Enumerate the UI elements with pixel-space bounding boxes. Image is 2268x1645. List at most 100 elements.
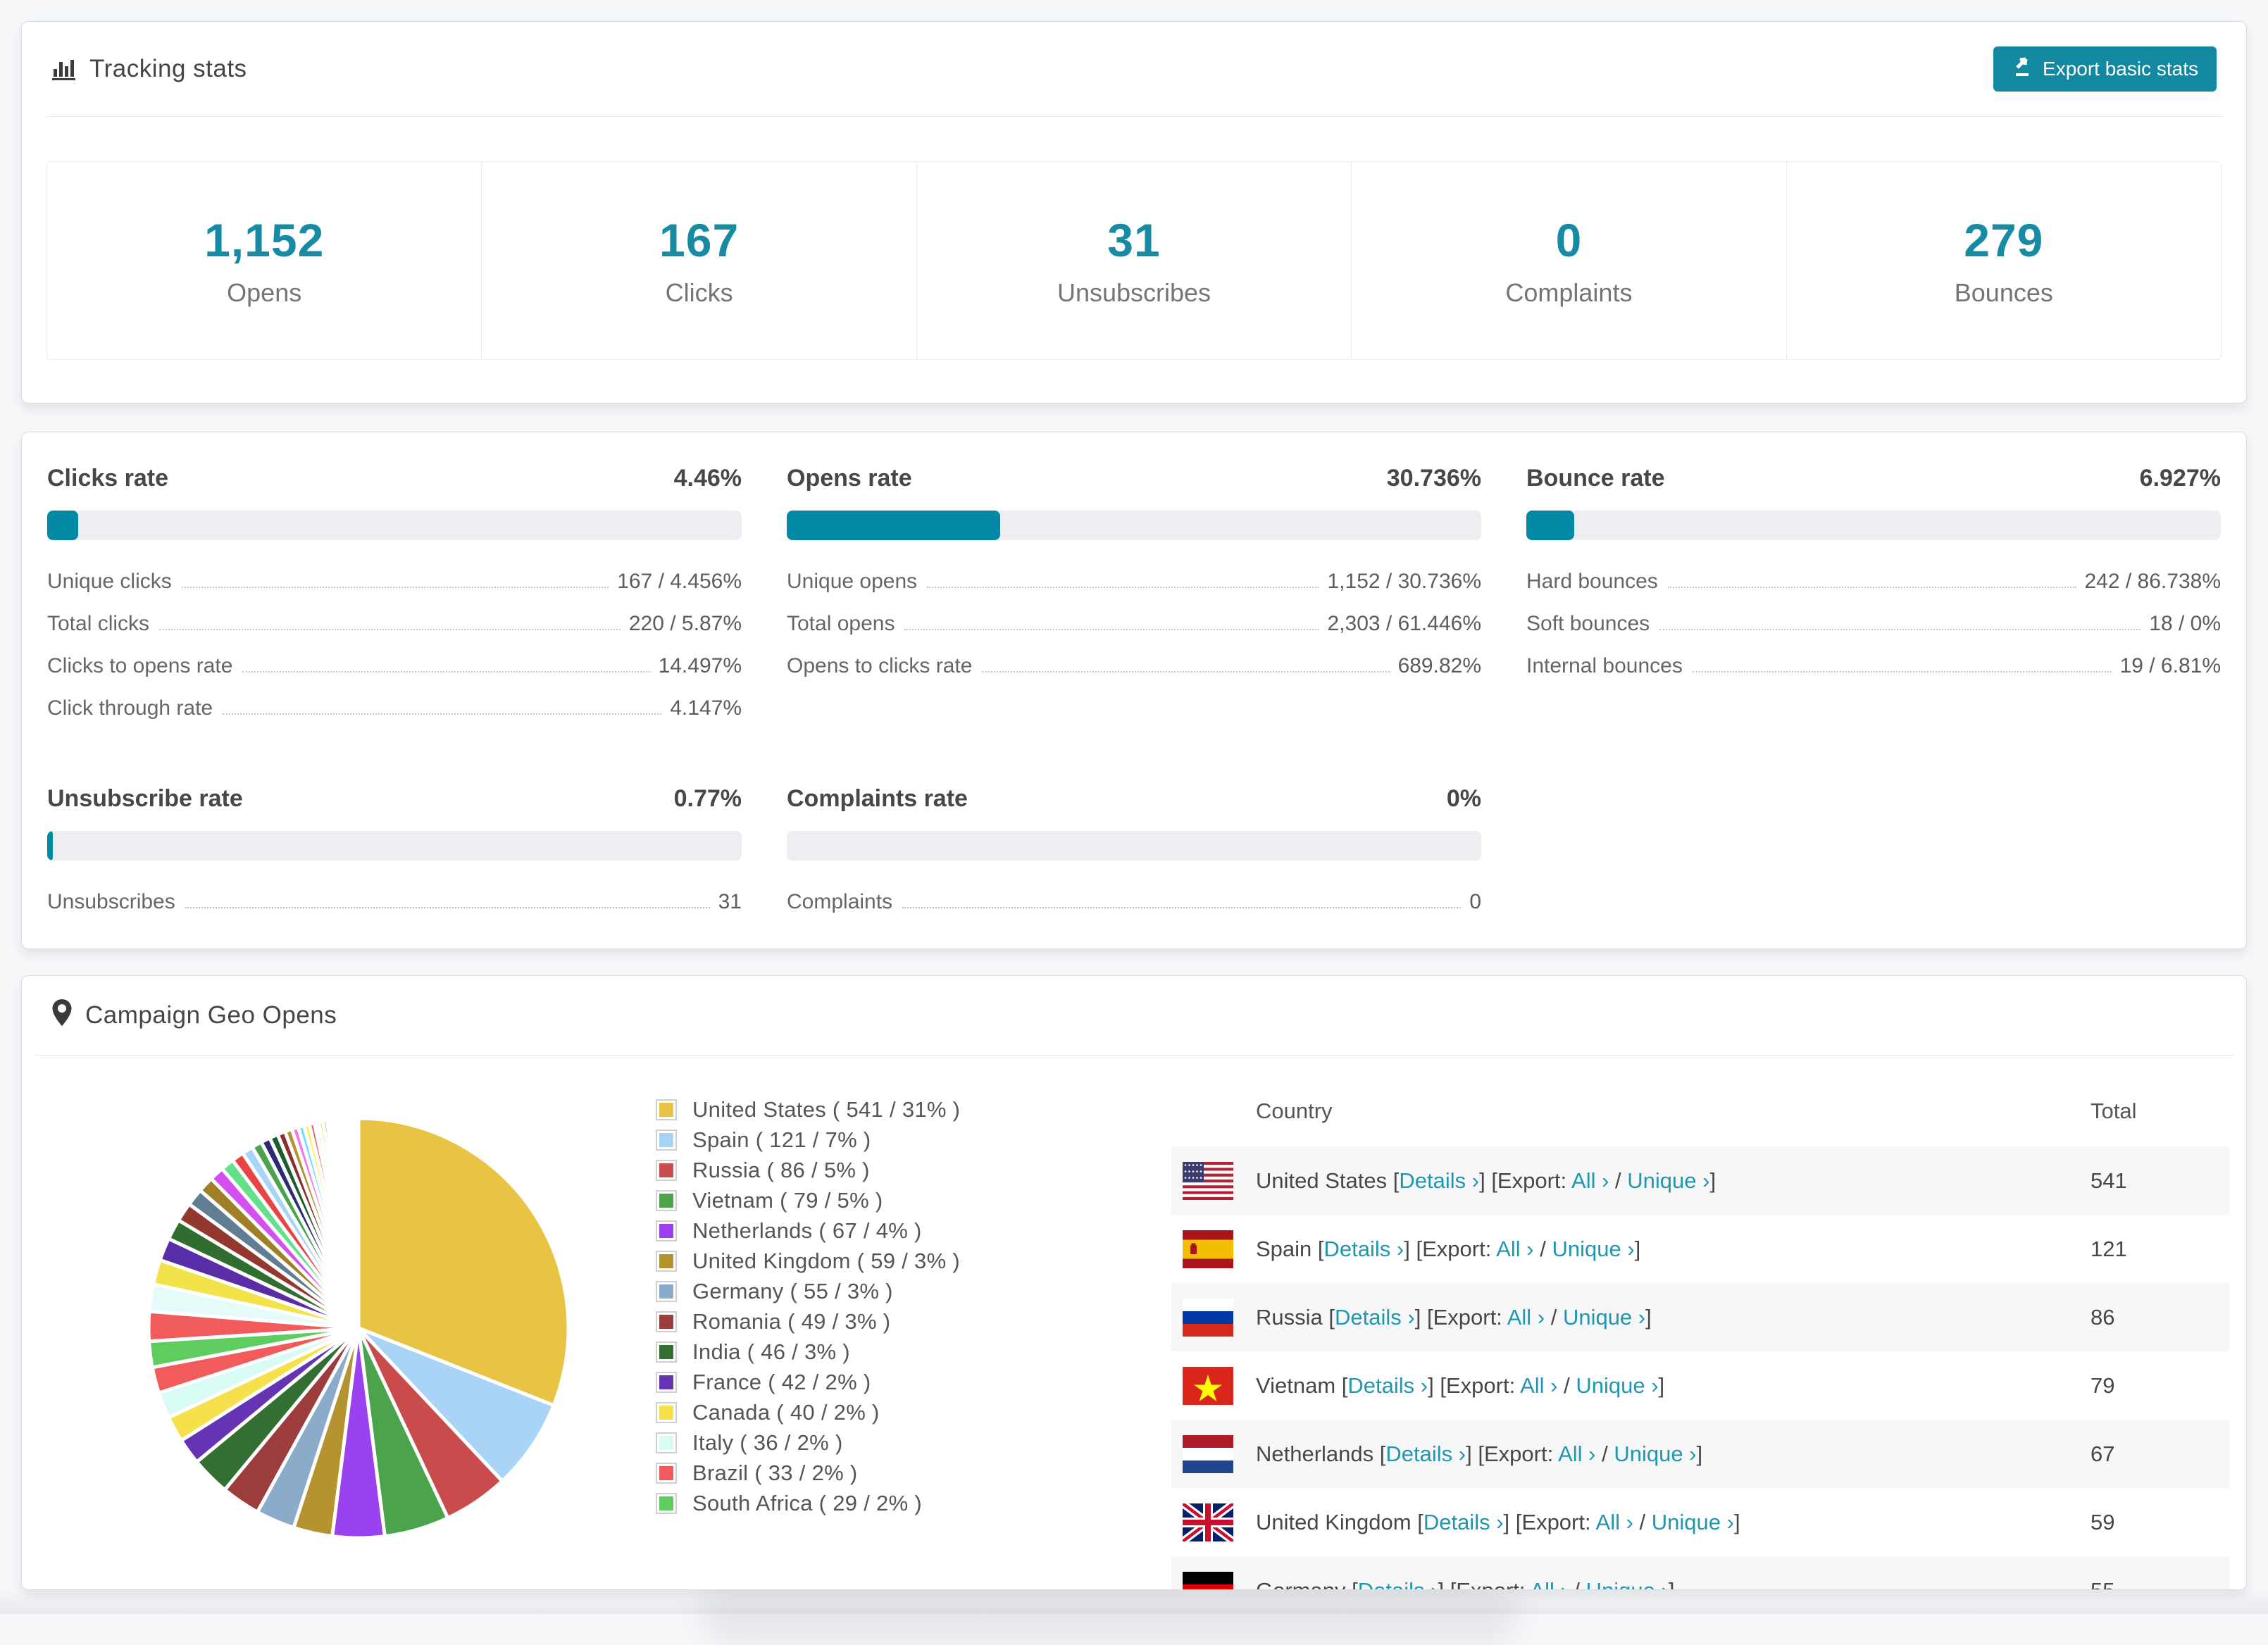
total-cell: 67 — [2091, 1441, 2115, 1466]
country-flag-icon — [1183, 1503, 1233, 1541]
total-cell: 79 — [2091, 1372, 2115, 1398]
dotted-leader — [1692, 671, 2112, 673]
legend-color-swatch — [656, 1189, 677, 1211]
details-link[interactable]: Details › — [1385, 1441, 1466, 1466]
legend-color-swatch — [656, 1341, 677, 1363]
rate-block-bounce: Bounce rate 6.927% Hard bounces 242 / 86… — [1526, 465, 2221, 739]
legend-label: India ( 46 / 3% ) — [692, 1339, 850, 1364]
export-all-link[interactable]: All › — [1530, 1578, 1567, 1590]
legend-label: Vietnam ( 79 / 5% ) — [692, 1187, 883, 1213]
country-flag-icon — [1183, 1230, 1233, 1268]
export-all-link[interactable]: All › — [1520, 1373, 1557, 1398]
rate-detail-row: Total opens 2,303 / 61.446% — [787, 612, 1481, 636]
stat-label: Complaints — [1505, 278, 1633, 307]
dotted-leader — [242, 671, 650, 673]
rate-block-opens: Opens rate 30.736% Unique opens 1,152 / … — [787, 465, 1481, 739]
tracking-stats-header: Tracking stats Export basic stats — [22, 22, 2246, 116]
legend-label: United Kingdom ( 59 / 3% ) — [692, 1248, 960, 1273]
legend-label: Romania ( 49 / 3% ) — [692, 1308, 891, 1334]
stat-cell: 1,152 Opens — [47, 162, 482, 359]
legend-item: Netherlands ( 67 / 4% ) — [656, 1215, 960, 1246]
export-unique-link[interactable]: Unique › — [1552, 1237, 1634, 1261]
rate-row-value: 4.147% — [670, 696, 742, 720]
stat-cell: 167 Clicks — [482, 162, 917, 359]
details-link[interactable]: Details › — [1347, 1373, 1428, 1398]
export-all-link[interactable]: All › — [1571, 1168, 1609, 1193]
legend-color-swatch — [656, 1280, 677, 1302]
country-flag-icon — [1183, 1434, 1233, 1473]
country-name: Vietnam — [1256, 1372, 1336, 1398]
dotted-leader — [1667, 587, 2076, 588]
country-cell: Germany [Details ›] [Export: All › / Uni… — [1233, 1578, 2091, 1590]
dotted-leader — [904, 629, 1319, 630]
total-cell: 55 — [2091, 1577, 2115, 1590]
details-link[interactable]: Details › — [1358, 1578, 1438, 1590]
rate-progress-fill — [47, 831, 53, 861]
legend-label: Germany ( 55 / 3% ) — [692, 1278, 893, 1303]
legend-label: Canada ( 40 / 2% ) — [692, 1399, 880, 1425]
rate-detail-row: Opens to clicks rate 689.82% — [787, 654, 1481, 678]
geo-table-row: Russia [Details ›] [Export: All › / Uniq… — [1171, 1283, 2229, 1351]
rate-row-value: 1,152 / 30.736% — [1327, 570, 1481, 593]
pie-legend: United States ( 541 / 31% ) Spain ( 121 … — [656, 1094, 960, 1518]
country-name: United States — [1256, 1168, 1388, 1193]
rate-progress-bar — [787, 831, 1481, 861]
dotted-leader — [159, 629, 621, 630]
export-unique-link[interactable]: Unique › — [1627, 1168, 1709, 1193]
rate-row-label: Complaints — [787, 890, 893, 913]
rate-row-label: Click through rate — [47, 696, 213, 720]
stat-label: Clicks — [665, 278, 733, 307]
geo-table-row: United States [Details ›] [Export: All ›… — [1171, 1146, 2229, 1215]
rate-row-value: 689.82% — [1397, 654, 1481, 677]
legend-label: France ( 42 / 2% ) — [692, 1369, 871, 1394]
export-basic-stats-button[interactable]: Export basic stats — [1993, 46, 2217, 92]
geo-opens-pie-chart[interactable] — [112, 1082, 605, 1575]
export-all-link[interactable]: All › — [1496, 1237, 1533, 1261]
rate-progress-fill — [1526, 511, 1575, 540]
country-name: Russia — [1256, 1304, 1323, 1330]
rate-value: 30.736% — [1386, 465, 1481, 492]
rate-detail-row: Clicks to opens rate 14.497% — [47, 654, 742, 678]
export-unique-link[interactable]: Unique › — [1614, 1441, 1696, 1466]
stat-cell: 0 Complaints — [1352, 162, 1787, 359]
rate-row-label: Unique clicks — [47, 570, 172, 593]
export-unique-link[interactable]: Unique › — [1576, 1373, 1658, 1398]
stat-value: 167 — [659, 214, 740, 266]
export-all-link[interactable]: All › — [1558, 1441, 1595, 1466]
rate-value: 0% — [1446, 785, 1481, 812]
dotted-leader — [223, 713, 662, 715]
geo-table-row: Netherlands [Details ›] [Export: All › /… — [1171, 1420, 2229, 1488]
details-link[interactable]: Details › — [1399, 1168, 1479, 1193]
export-all-link[interactable]: All › — [1507, 1305, 1545, 1330]
legend-color-swatch — [656, 1432, 677, 1453]
dotted-leader — [181, 587, 609, 588]
country-name: Spain — [1256, 1236, 1312, 1261]
details-link[interactable]: Details › — [1335, 1305, 1415, 1330]
header-divider — [46, 116, 2222, 117]
rate-row-value: 19 / 6.81% — [2119, 654, 2221, 677]
details-link[interactable]: Details › — [1324, 1237, 1404, 1261]
export-unique-link[interactable]: Unique › — [1563, 1305, 1645, 1330]
export-all-link[interactable]: All › — [1596, 1510, 1633, 1534]
legend-color-swatch — [656, 1220, 677, 1241]
rate-value: 6.927% — [2139, 465, 2221, 492]
stat-label: Bounces — [1954, 278, 2053, 307]
export-unique-link[interactable]: Unique › — [1652, 1510, 1734, 1534]
background-blob — [701, 1582, 1518, 1645]
legend-item: South Africa ( 29 / 2% ) — [656, 1488, 960, 1518]
rate-title: Complaints rate — [787, 785, 968, 812]
rate-row-label: Clicks to opens rate — [47, 654, 233, 677]
country-cell: Netherlands [Details ›] [Export: All › /… — [1256, 1441, 1703, 1466]
details-link[interactable]: Details › — [1423, 1510, 1504, 1534]
rate-row-label: Soft bounces — [1526, 612, 1650, 635]
rate-title: Opens rate — [787, 465, 912, 492]
rate-title: Unsubscribe rate — [47, 785, 243, 812]
legend-color-swatch — [656, 1462, 677, 1484]
legend-color-swatch — [656, 1099, 677, 1120]
rate-row-value: 2,303 / 61.446% — [1327, 612, 1481, 635]
page-title: Tracking stats — [89, 55, 247, 82]
export-unique-link[interactable]: Unique › — [1586, 1578, 1669, 1590]
geo-header-divider — [35, 1055, 2233, 1056]
country-flag-icon — [1183, 1571, 1233, 1589]
geo-table-row: Germany [Details ›] [Export: All › / Uni… — [1171, 1556, 2229, 1590]
